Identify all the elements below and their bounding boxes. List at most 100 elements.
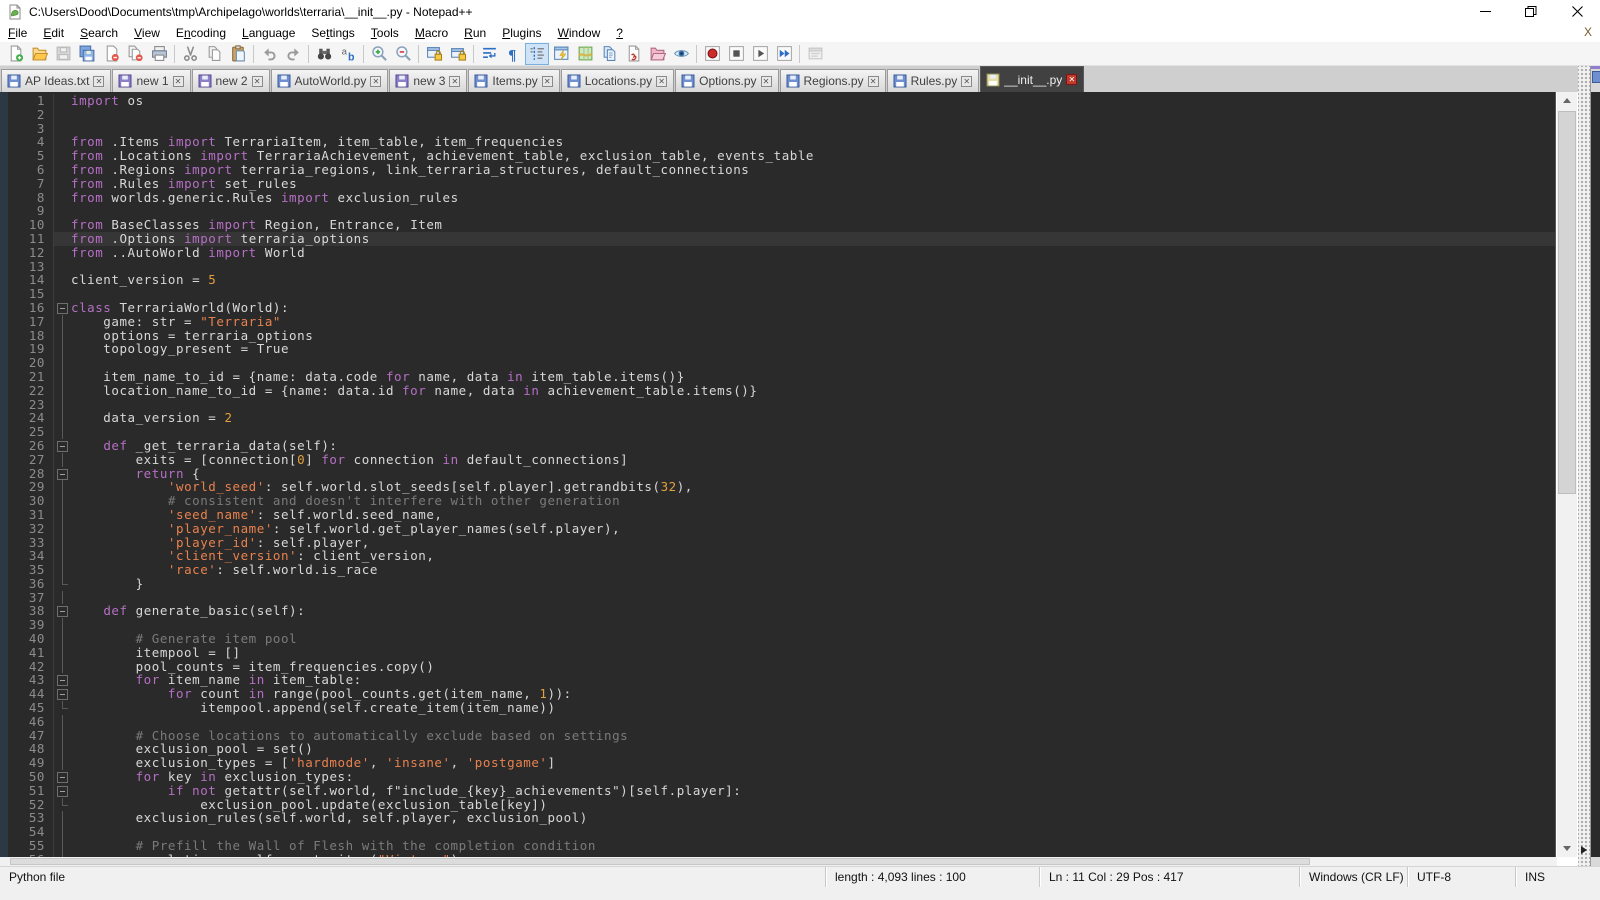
code-editor[interactable]: 1import os234from .Items import Terraria… <box>0 92 1556 857</box>
code-text[interactable]: from .Locations import TerrariaAchieveme… <box>71 149 1555 163</box>
close-file-icon[interactable] <box>99 43 123 65</box>
menu-item-item[interactable]: ? <box>608 24 631 42</box>
code-text[interactable]: # Prefill the Wall of Flesh with the com… <box>71 839 1555 853</box>
menu-item-run[interactable]: Run <box>456 24 494 42</box>
code-text[interactable] <box>71 260 1555 274</box>
tab-close-icon[interactable]: ✕ <box>449 76 460 87</box>
undo-icon[interactable] <box>257 43 281 65</box>
macro-run-multiple-icon[interactable] <box>772 43 796 65</box>
replace-icon[interactable]: ab <box>336 43 360 65</box>
tab-regions-py[interactable]: Regions.py✕ <box>780 69 886 92</box>
code-text[interactable]: exits = [connection[0] for connection in… <box>71 453 1555 467</box>
find-icon[interactable] <box>312 43 336 65</box>
zoom-in-icon[interactable] <box>367 43 391 65</box>
menu-item-search[interactable]: Search <box>72 24 126 42</box>
menu-item-plugins[interactable]: Plugins <box>494 24 549 42</box>
status-encoding[interactable]: UTF-8 <box>1408 867 1516 887</box>
code-text[interactable] <box>71 398 1555 412</box>
code-text[interactable] <box>71 122 1555 136</box>
fold-collapse-icon[interactable] <box>54 467 71 481</box>
vertical-scrollbar-thumb[interactable] <box>1558 111 1576 494</box>
sync-vertical-scroll-icon[interactable] <box>422 43 446 65</box>
view-splitter[interactable] <box>1578 66 1590 866</box>
function-list-icon[interactable] <box>549 43 573 65</box>
code-text[interactable]: from worlds.generic.Rules import exclusi… <box>71 191 1555 205</box>
horizontal-scrollbar-thumb[interactable] <box>10 858 1310 865</box>
code-text[interactable]: return { <box>71 467 1555 481</box>
code-text[interactable]: class TerrariaWorld(World): <box>71 301 1555 315</box>
open-file-icon[interactable] <box>27 43 51 65</box>
tab-close-icon[interactable]: ✕ <box>252 76 263 87</box>
maximize-button[interactable] <box>1508 0 1554 23</box>
macro-record-icon[interactable] <box>700 43 724 65</box>
menu-item-language[interactable]: Language <box>234 24 303 42</box>
code-text[interactable]: # consistent and doesn't interfere with … <box>71 494 1555 508</box>
code-text[interactable] <box>71 715 1555 729</box>
tab-close-icon[interactable]: ✕ <box>370 76 381 87</box>
code-text[interactable]: from .Regions import terraria_regions, l… <box>71 163 1555 177</box>
tab-ap-ideas-txt[interactable]: AP Ideas.txt✕ <box>1 69 111 92</box>
macro-play-icon[interactable] <box>748 43 772 65</box>
horizontal-scrollbar[interactable] <box>0 857 1557 866</box>
menu-item-encoding[interactable]: Encoding <box>168 24 234 42</box>
code-text[interactable]: itempool.append(self.create_item(item_na… <box>71 701 1555 715</box>
code-text[interactable]: from .Options import terraria_options <box>71 232 1555 246</box>
tab-new-3[interactable]: new 3✕ <box>389 69 467 92</box>
menu-item-view[interactable]: View <box>126 24 168 42</box>
cut-icon[interactable] <box>178 43 202 65</box>
code-text[interactable]: client_version = 5 <box>71 273 1555 287</box>
code-text[interactable] <box>71 825 1555 839</box>
macro-stop-icon[interactable] <box>724 43 748 65</box>
code-text[interactable]: location_name_to_id = {name: data.id for… <box>71 384 1555 398</box>
code-text[interactable]: data_version = 2 <box>71 411 1555 425</box>
redo-icon[interactable] <box>281 43 305 65</box>
fold-collapse-icon[interactable] <box>54 687 71 701</box>
code-text[interactable]: exclusion_types = ['hardmode', 'insane',… <box>71 756 1555 770</box>
tab-close-icon[interactable]: ✕ <box>868 76 879 87</box>
save-all-icon[interactable] <box>75 43 99 65</box>
code-text[interactable]: from ..AutoWorld import World <box>71 246 1555 260</box>
zoom-out-icon[interactable] <box>391 43 415 65</box>
code-text[interactable]: 'world_seed': self.world.slot_seeds[self… <box>71 480 1555 494</box>
code-area[interactable]: 1import os234from .Items import Terraria… <box>8 94 1555 857</box>
close-all-icon[interactable] <box>123 43 147 65</box>
paste-icon[interactable] <box>226 43 250 65</box>
new-file-icon[interactable] <box>3 43 27 65</box>
tab-close-icon[interactable]: ✕ <box>1066 74 1077 85</box>
code-text[interactable]: if not getattr(self.world, f"include_{ke… <box>71 784 1555 798</box>
close-window-button[interactable] <box>1554 0 1600 23</box>
macro-save-icon[interactable] <box>803 43 827 65</box>
fold-collapse-icon[interactable] <box>54 439 71 453</box>
fold-collapse-icon[interactable] <box>54 673 71 687</box>
tab-new-2[interactable]: new 2✕ <box>192 69 270 92</box>
tab-close-icon[interactable]: ✕ <box>761 76 772 87</box>
menubar-close-icon[interactable]: X <box>1584 25 1592 39</box>
code-text[interactable]: 'player_name': self.world.get_player_nam… <box>71 522 1555 536</box>
folder-as-workspace-icon[interactable] <box>645 43 669 65</box>
code-text[interactable]: exclusion_pool = set() <box>71 742 1555 756</box>
tab-close-icon[interactable]: ✕ <box>173 76 184 87</box>
vertical-scrollbar[interactable] <box>1557 92 1577 857</box>
copy-icon[interactable] <box>202 43 226 65</box>
code-text[interactable]: for key in exclusion_types: <box>71 770 1555 784</box>
define-language-icon[interactable] <box>621 43 645 65</box>
tab-close-icon[interactable]: ✕ <box>961 76 972 87</box>
code-text[interactable]: # Choose locations to automatically excl… <box>71 729 1555 743</box>
code-text[interactable] <box>71 287 1555 301</box>
tab-items-py[interactable]: Items.py✕ <box>468 69 559 92</box>
menu-item-settings[interactable]: Settings <box>303 24 362 42</box>
tab-rules-py[interactable]: Rules.py✕ <box>887 69 980 92</box>
code-text[interactable]: 'seed_name': self.world.seed_name, <box>71 508 1555 522</box>
status-eol-format[interactable]: Windows (CR LF) <box>1300 867 1408 887</box>
tab-new-1[interactable]: new 1✕ <box>112 69 190 92</box>
fold-collapse-icon[interactable] <box>54 604 71 618</box>
code-text[interactable]: # Generate item pool <box>71 632 1555 646</box>
code-text[interactable]: exclusion_rules(self.world, self.player,… <box>71 811 1555 825</box>
code-text[interactable]: topology_present = True <box>71 342 1555 356</box>
code-text[interactable]: for count in range(pool_counts.get(item_… <box>71 687 1555 701</box>
code-text[interactable]: item_name_to_id = {name: data.code for n… <box>71 370 1555 384</box>
code-text[interactable]: 'player_id': self.player, <box>71 536 1555 550</box>
monitoring-icon[interactable] <box>669 43 693 65</box>
code-text[interactable]: from .Items import TerrariaItem, item_ta… <box>71 135 1555 149</box>
fold-collapse-icon[interactable] <box>54 770 71 784</box>
